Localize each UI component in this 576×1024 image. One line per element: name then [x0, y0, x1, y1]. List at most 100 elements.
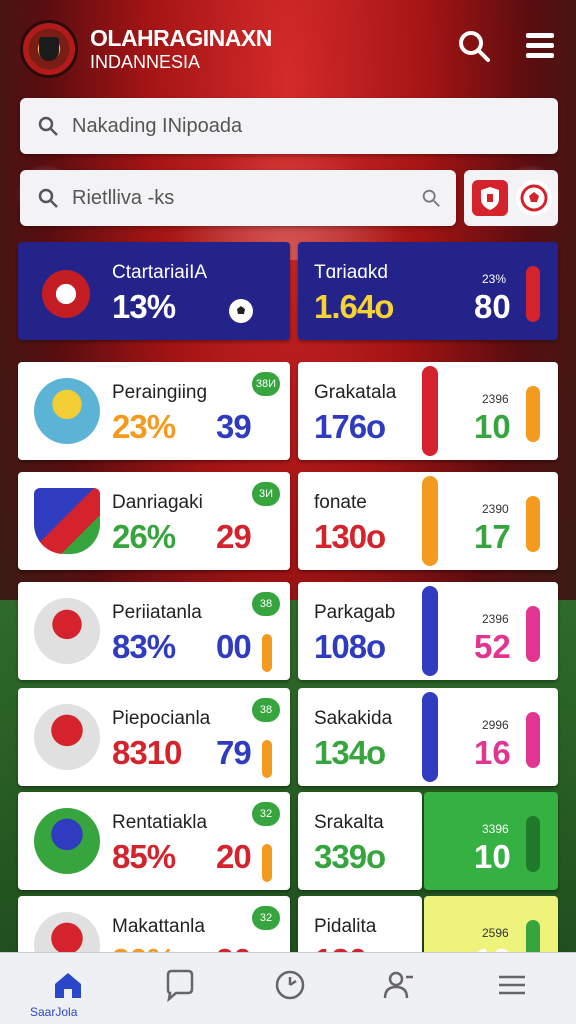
stat-bar [422, 586, 438, 676]
search-icon[interactable] [420, 187, 442, 209]
featured-team-card[interactable]: CtartariaiIA 13% [18, 242, 290, 340]
search-icon [38, 116, 58, 136]
player-name: Peraingiing [112, 382, 208, 403]
app-header: OLAHRAGINAXN INDANNESIA [0, 0, 576, 96]
player-icon [34, 378, 100, 444]
stat-card[interactable]: fonate 130o 2390 17 [298, 472, 558, 570]
stat-label: fonate [314, 492, 367, 513]
stat-value: 130o [314, 518, 386, 555]
nav-label-home: SaarJola [30, 1005, 78, 1019]
player-name: Rentatiakla [112, 812, 208, 833]
soccer-ball-icon [229, 299, 253, 323]
crest-icon [34, 488, 100, 554]
player-icon [34, 598, 100, 664]
stat-percent: 2996 [482, 718, 509, 732]
search-icon [38, 188, 58, 208]
stat-bar [422, 476, 438, 566]
team-name: Danriagaki [112, 492, 203, 513]
stat-bar [526, 386, 540, 442]
player-percent: 83% [112, 628, 176, 665]
status-badge: 38 [252, 698, 280, 722]
player-number: 00 [216, 628, 252, 665]
player-name: Periiatanla [112, 602, 202, 623]
chat-icon[interactable] [162, 967, 198, 1003]
player-icon [34, 808, 100, 874]
stat-card[interactable]: Grakatala 176o 2396 10 [298, 362, 558, 460]
player-percent: 85% [112, 838, 176, 875]
player-number: 20 [216, 838, 252, 875]
stat-number: 16 [474, 734, 511, 771]
stat-bar [262, 844, 272, 882]
featured-stat-percent: 23% [482, 272, 507, 286]
stat-label: Srakalta [314, 812, 384, 833]
stat-number: 10 [474, 408, 511, 445]
player-card[interactable]: Rentatiakla 85% 20 32 [18, 792, 290, 890]
stat-percent: 3396 [482, 822, 509, 836]
stat-percent: 2396 [482, 612, 509, 626]
status-badge: 32 [252, 802, 280, 826]
stat-value: 176o [314, 408, 386, 445]
stat-number: 17 [474, 518, 511, 555]
stat-label: Pidalita [314, 916, 377, 937]
filter-buttons [464, 170, 558, 226]
featured-stat-card[interactable]: Tɑriaɑkd 1.64o 23% 80 [298, 242, 558, 340]
player-name: Makattanla [112, 916, 205, 937]
soccer-ball-icon [520, 184, 548, 212]
player-card[interactable]: Periiatanla 83% 00 38 [18, 582, 290, 680]
stat-bar [422, 366, 438, 456]
app-subtitle: INDANNESIA [90, 52, 201, 72]
featured-stat-label: Tɑriaɑkd [314, 262, 388, 283]
ball-filter-button[interactable] [516, 180, 552, 216]
featured-stat-value: 1.64o [314, 288, 394, 325]
stat-bar [526, 816, 540, 872]
player-icon [34, 704, 100, 770]
shield-icon [481, 187, 499, 210]
stat-card[interactable]: Sakakida 134o 2996 16 [298, 688, 558, 786]
stat-bar [262, 740, 272, 778]
player-card[interactable]: Peraingiing 23% 39 38И [18, 362, 290, 460]
search-icon[interactable] [456, 28, 492, 64]
shield-filter-button[interactable] [472, 180, 508, 216]
status-badge: 38 [252, 592, 280, 616]
user-icon[interactable] [380, 967, 416, 1003]
player-card[interactable]: Piepocianla 8310 79 38 [18, 688, 290, 786]
stat-label: Parkagab [314, 602, 396, 623]
menu-icon[interactable] [494, 967, 530, 1003]
team-percent: 26% [112, 518, 176, 555]
clock-icon[interactable] [272, 967, 308, 1003]
primary-search-input[interactable]: Nakading INipoada [20, 98, 558, 154]
stat-value: 108o [314, 628, 386, 665]
stat-label: Sakakida [314, 708, 393, 729]
stat-card[interactable]: Parkagab 108o 2396 52 [298, 582, 558, 680]
team-number: 29 [216, 518, 252, 555]
featured-stat-number: 80 [474, 288, 511, 325]
bottom-navigation: SaarJola [0, 952, 576, 1024]
player-number: 39 [216, 408, 252, 445]
primary-search-placeholder: Nakading INipoada [72, 115, 243, 137]
player-number: 79 [216, 734, 252, 771]
stat-card[interactable]: Srakalta 339o [298, 792, 422, 890]
team-card[interactable]: Danriagaki 26% 29 3И [18, 472, 290, 570]
home-icon[interactable] [50, 967, 86, 1003]
team-crest-icon [38, 266, 94, 322]
stat-bar [526, 712, 540, 768]
player-name: Piepocianla [112, 708, 211, 729]
secondary-search-input[interactable]: Rietlliva -ks [20, 170, 456, 226]
stat-percent: 2596 [482, 926, 509, 940]
stat-label: Grakatala [314, 382, 397, 403]
stat-bar [262, 634, 272, 672]
app-title: OLAHRAGINAXN [90, 25, 272, 51]
stat-bar [526, 266, 540, 322]
stat-number: 52 [474, 628, 511, 665]
stat-bar [526, 496, 540, 552]
stat-highlight-card[interactable]: 3396 10 [424, 792, 558, 890]
stat-value: 134o [314, 734, 386, 771]
stat-bar [422, 692, 438, 782]
club-logo-icon [20, 20, 78, 78]
status-badge: 38И [252, 372, 280, 396]
status-badge: 32 [252, 906, 280, 930]
hamburger-menu-icon[interactable] [522, 28, 558, 64]
stat-value: 339o [314, 838, 386, 875]
player-percent: 23% [112, 408, 176, 445]
stat-number: 10 [474, 838, 511, 875]
